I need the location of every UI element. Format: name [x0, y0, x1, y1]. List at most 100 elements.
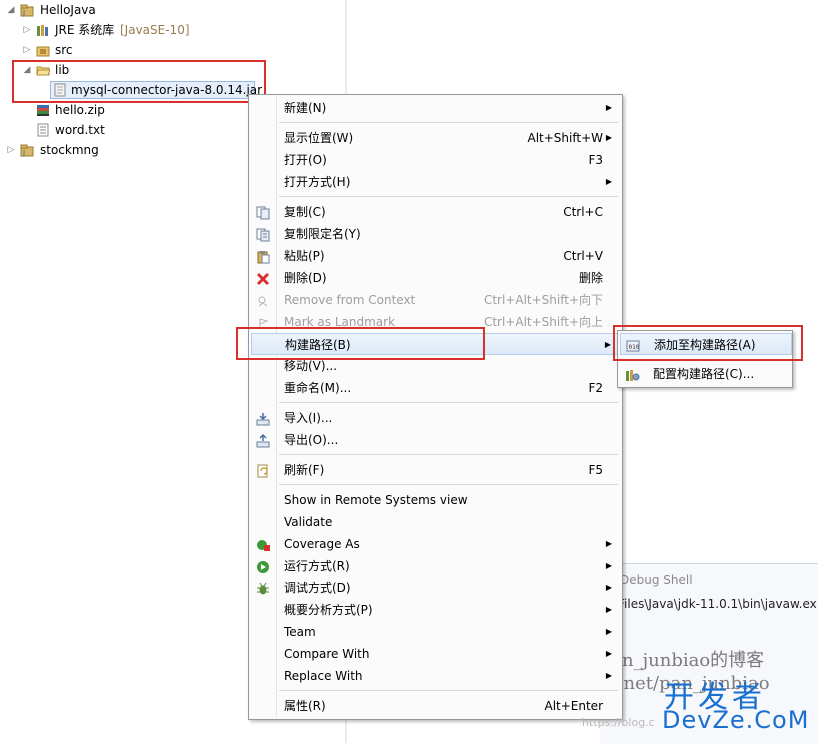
copy-qualified-name-icon — [256, 227, 271, 242]
menu-item-shortcut: 删除 — [578, 271, 603, 285]
tree-item-src[interactable]: ▷ src — [22, 41, 142, 59]
submenu-arrow-icon: ▶ — [605, 539, 612, 548]
menu-item-show-in[interactable]: 显示位置(W) Alt+Shift+W ▶ — [251, 127, 620, 149]
menu-item-show-in-remote-systems[interactable]: Show in Remote Systems view — [251, 489, 620, 511]
menu-item-open[interactable]: 打开(O) F3 — [251, 149, 620, 171]
menu-item-compare-with[interactable]: Compare With ▶ — [251, 643, 620, 665]
menu-item-label: 配置构建路径(C)... — [653, 367, 755, 381]
menu-item-label: 复制(C) — [284, 205, 326, 219]
menu-item-delete[interactable]: 删除(D) 删除 — [251, 267, 620, 289]
menu-item-run-as[interactable]: 运行方式(R) ▶ — [251, 555, 620, 577]
submenu-arrow-icon: ▶ — [605, 583, 612, 592]
menu-item-export[interactable]: 导出(O)... — [251, 429, 620, 451]
menu-item-label: 复制限定名(Y) — [284, 227, 361, 241]
menu-item-copy-qualified-name[interactable]: 复制限定名(Y) — [251, 223, 620, 245]
brand-watermark-latin: DevZe.CoM — [662, 706, 810, 734]
refresh-icon — [256, 463, 271, 478]
debug-bug-icon — [256, 581, 271, 595]
menu-item-label: 导出(O)... — [284, 433, 339, 447]
menu-separator — [279, 402, 618, 403]
tree-item-label: stockmng — [40, 143, 99, 157]
submenu-arrow-icon: ▶ — [605, 671, 612, 680]
menu-separator — [279, 454, 618, 455]
jre-environment-label: [JavaSE-10] — [120, 23, 190, 37]
menu-item-shortcut: Alt+Shift+W — [527, 131, 604, 145]
svg-text:J: J — [22, 149, 25, 157]
menu-item-paste[interactable]: 粘贴(P) Ctrl+V — [251, 245, 620, 267]
menu-item-configure-build-path[interactable]: 配置构建路径(C)... — [620, 363, 792, 385]
console-path: Files\Java\jdk-11.0.1\bin\javaw.ex — [618, 597, 817, 611]
tree-item-jre[interactable]: ▷ JRE 系统库 [JavaSE-10] — [22, 21, 242, 39]
menu-item-label: Team — [284, 625, 316, 639]
coverage-icon — [256, 537, 271, 551]
menu-item-remove-from-context[interactable]: Remove from Context Ctrl+Alt+Shift+向下 — [251, 289, 620, 311]
menu-item-replace-with[interactable]: Replace With ▶ — [251, 665, 620, 687]
menu-item-import[interactable]: 导入(I)... — [251, 407, 620, 429]
submenu-arrow-icon: ▶ — [605, 177, 612, 186]
java-project-icon: J — [20, 143, 34, 157]
package-folder-icon — [36, 43, 50, 57]
submenu-arrow-icon: ▶ — [605, 627, 612, 636]
tree-item-label: word.txt — [55, 123, 105, 137]
expand-arrow-icon[interactable]: ▷ — [22, 21, 32, 39]
menu-item-label: Show in Remote Systems view — [284, 493, 468, 507]
copy-icon — [256, 205, 271, 220]
console-title: Debug Shell — [620, 573, 693, 587]
menu-item-coverage-as[interactable]: Coverage As ▶ — [251, 533, 620, 555]
menu-item-profile-as[interactable]: 概要分析方式(P) ▶ — [251, 599, 620, 621]
menu-item-rename[interactable]: 重命名(M)... F2 — [251, 377, 620, 399]
menu-item-shortcut: Ctrl+Alt+Shift+向上 — [483, 315, 603, 329]
menu-item-debug-as[interactable]: 调试方式(D) ▶ — [251, 577, 620, 599]
remove-context-icon — [256, 293, 271, 307]
menu-item-validate[interactable]: Validate — [251, 511, 620, 533]
menu-item-label: 刷新(F) — [284, 463, 325, 477]
menu-item-new[interactable]: 新建(N) ▶ — [251, 97, 620, 119]
library-icon — [36, 23, 50, 37]
menu-item-shortcut: Alt+Enter — [544, 699, 603, 713]
menu-item-label: Compare With — [284, 647, 370, 661]
menu-item-properties[interactable]: 属性(R) Alt+Enter — [251, 695, 620, 717]
expand-arrow-icon[interactable]: ▷ — [6, 141, 16, 159]
tree-item-hellojava[interactable]: ◢ J HelloJava — [6, 1, 206, 19]
menu-item-copy[interactable]: 复制(C) Ctrl+C — [251, 201, 620, 223]
svg-text:J: J — [22, 9, 25, 17]
context-menu: 新建(N) ▶ 显示位置(W) Alt+Shift+W ▶ 打开(O) F3 打… — [248, 94, 623, 720]
submenu-arrow-icon: ▶ — [605, 103, 612, 112]
menu-item-label: Remove from Context — [284, 293, 416, 307]
tree-item-label: hello.zip — [55, 103, 105, 117]
submenu-arrow-icon: ▶ — [605, 605, 612, 614]
submenu-arrow-icon: ▶ — [605, 561, 612, 570]
menu-item-label: 调试方式(D) — [284, 581, 351, 595]
tree-item-label: HelloJava — [40, 3, 96, 17]
tree-item-stockmng[interactable]: ▷ J stockmng — [6, 141, 156, 159]
menu-item-label: 导入(I)... — [284, 411, 333, 425]
menu-item-label: 属性(R) — [284, 699, 326, 713]
zip-file-icon — [36, 103, 50, 117]
menu-item-label: 概要分析方式(P) — [284, 603, 373, 617]
menu-item-shortcut: Ctrl+V — [563, 249, 603, 263]
menu-item-label: 重命名(M)... — [284, 381, 352, 395]
menu-item-shortcut: Ctrl+Alt+Shift+向下 — [483, 293, 603, 307]
tree-item-label: src — [55, 43, 73, 57]
menu-item-label: 打开(O) — [284, 153, 327, 167]
text-file-icon — [36, 123, 50, 137]
menu-item-refresh[interactable]: 刷新(F) F5 — [251, 459, 620, 481]
menu-item-label: Replace With — [284, 669, 363, 683]
expand-arrow-icon[interactable]: ▷ — [22, 41, 32, 59]
collapse-arrow-icon[interactable]: ◢ — [6, 1, 16, 19]
menu-item-shortcut: F2 — [588, 381, 603, 395]
menu-item-open-with[interactable]: 打开方式(H) ▶ — [251, 171, 620, 193]
menu-item-label: 显示位置(W) — [284, 131, 354, 145]
menu-item-label: 新建(N) — [284, 101, 327, 115]
import-icon — [256, 411, 271, 426]
menu-item-label: 删除(D) — [284, 271, 327, 285]
menu-item-label: 运行方式(R) — [284, 559, 350, 573]
highlight-box-add-to-build-path — [613, 325, 803, 361]
submenu-arrow-icon: ▶ — [605, 649, 612, 658]
tree-item-hello-zip[interactable]: hello.zip — [22, 101, 142, 119]
delete-icon — [256, 271, 271, 286]
menu-item-shortcut: Ctrl+C — [563, 205, 603, 219]
submenu-arrow-icon: ▶ — [605, 133, 612, 142]
tree-item-word-txt[interactable]: word.txt — [22, 121, 142, 139]
menu-item-team[interactable]: Team ▶ — [251, 621, 620, 643]
